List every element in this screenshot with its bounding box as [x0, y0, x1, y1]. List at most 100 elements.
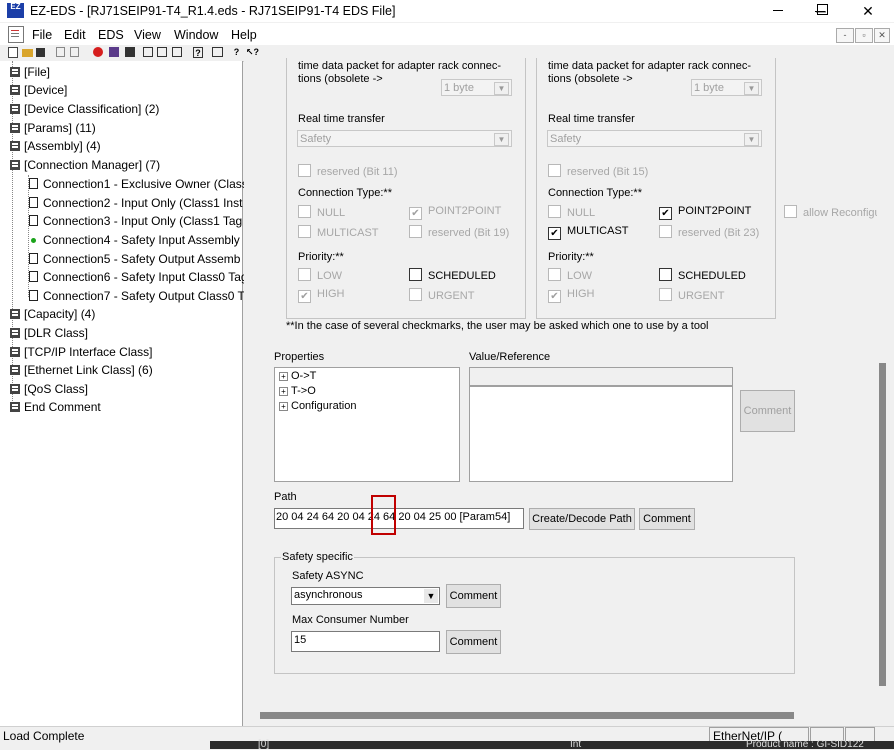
- library-icon[interactable]: [109, 47, 119, 57]
- save-icon[interactable]: [36, 48, 45, 57]
- tree-icon[interactable]: [125, 47, 135, 57]
- menu-file[interactable]: File: [32, 28, 52, 42]
- packet-size-select-right[interactable]: 1 byte ▼: [691, 79, 762, 96]
- expand-icon[interactable]: +: [279, 387, 288, 396]
- print-icon[interactable]: [212, 47, 223, 57]
- checkbox-icon: [298, 205, 311, 218]
- context-help-icon[interactable]: ↖?: [246, 47, 259, 58]
- scheduled-checkbox[interactable]: SCHEDULED: [409, 268, 496, 282]
- tree-item-connection3[interactable]: Connection3 - Input Only (Class1 Tag: [29, 212, 242, 230]
- max-consumer-comment-button[interactable]: Comment: [446, 630, 501, 654]
- tree-item-connection4[interactable]: Connection4 - Safety Input Assembly: [29, 231, 240, 249]
- menu-eds[interactable]: EDS: [98, 28, 124, 42]
- packet-size-label: time data packet for adapter rack connec…: [298, 60, 501, 72]
- close-button[interactable]: ✕: [845, 0, 891, 22]
- window-title: EZ-EDS - [RJ71SEIP91-T4_R1.4.eds - RJ71S…: [30, 4, 396, 18]
- scheduled-checkbox-right[interactable]: SCHEDULED: [659, 268, 746, 282]
- horizontal-scroll-thumb[interactable]: [260, 712, 794, 719]
- minimize-icon[interactable]: [773, 10, 783, 11]
- reserved-bit19-checkbox[interactable]: reserved (Bit 19): [409, 225, 509, 239]
- open-icon[interactable]: [22, 49, 33, 57]
- p2p-checkbox[interactable]: ✔ POINT2POINT: [409, 205, 501, 220]
- mdi-close-button[interactable]: ✕: [874, 28, 890, 43]
- path-comment-button[interactable]: Comment: [639, 508, 695, 530]
- safety-async-select[interactable]: asynchronous ▼: [291, 587, 440, 605]
- tree-item-connection-manager[interactable]: [Connection Manager] (7): [10, 156, 160, 174]
- horizontal-scrollbar[interactable]: [244, 709, 877, 726]
- tree-item-params[interactable]: [Params] (11): [10, 119, 96, 137]
- mdi-restore-button[interactable]: ▫: [855, 28, 873, 43]
- urgent-checkbox-right[interactable]: URGENT: [659, 288, 724, 302]
- create-decode-path-button[interactable]: Create/Decode Path: [529, 508, 635, 530]
- vertical-scrollbar[interactable]: [877, 61, 894, 709]
- prop-item-configuration[interactable]: + Configuration: [279, 400, 356, 412]
- tree-item-capacity[interactable]: [Capacity] (4): [10, 305, 95, 323]
- multicast-checkbox[interactable]: MULTICAST: [298, 225, 379, 239]
- tree-item-device-classification[interactable]: [Device Classification] (2): [10, 100, 159, 118]
- tree4-icon[interactable]: [172, 47, 182, 57]
- max-consumer-input[interactable]: 15: [291, 631, 440, 652]
- expand-icon[interactable]: +: [279, 372, 288, 381]
- tree-item-tcpip-class[interactable]: [TCP/IP Interface Class]: [10, 343, 153, 361]
- prop-item-t-o[interactable]: + T->O: [279, 385, 316, 397]
- allow-reconfig-checkbox[interactable]: allow Reconfigu: [784, 205, 881, 219]
- packet-size-label2: tions (obsolete ->: [298, 73, 383, 85]
- new-icon[interactable]: [8, 47, 18, 58]
- realtime-select-right[interactable]: Safety ▼: [547, 130, 762, 147]
- vertical-scroll-thumb[interactable]: [879, 363, 886, 686]
- tree-item-end-comment[interactable]: End Comment: [10, 398, 101, 416]
- about-icon[interactable]: ?: [231, 47, 242, 58]
- maximize-icon[interactable]: [817, 4, 828, 15]
- reserved-checkbox[interactable]: reserved (Bit 11): [298, 164, 398, 178]
- reserved-bit23-checkbox[interactable]: reserved (Bit 23): [659, 225, 759, 239]
- packet-size-select[interactable]: 1 byte ▼: [441, 79, 512, 96]
- tree-item-connection6[interactable]: Connection6 - Safety Input Class0 Tag: [29, 268, 248, 286]
- packet-size-value: 1 byte: [444, 82, 474, 94]
- tree-item-assembly[interactable]: [Assembly] (4): [10, 137, 101, 155]
- safety-async-comment-button[interactable]: Comment: [446, 584, 501, 608]
- high-checkbox[interactable]: ✔ HIGH: [298, 288, 345, 303]
- tree-label: [Connection Manager] (7): [24, 158, 161, 172]
- path-input[interactable]: 20 04 24 64 20 04 24 64 20 04 25 00 [Par…: [274, 508, 524, 529]
- prop-item-o-t[interactable]: + O->T: [279, 370, 316, 382]
- help-icon[interactable]: ?: [193, 47, 203, 58]
- tree-item-qos[interactable]: [QoS Class]: [10, 380, 88, 398]
- high-checkbox-right[interactable]: ✔ HIGH: [548, 288, 595, 303]
- tree3-icon[interactable]: [157, 47, 167, 57]
- paste-icon[interactable]: [70, 47, 79, 57]
- menu-help[interactable]: Help: [231, 28, 257, 42]
- tree-item-connection2[interactable]: Connection2 - Input Only (Class1 Inst: [29, 194, 242, 212]
- tree-item-connection1[interactable]: Connection1 - Exclusive Owner (Class1: [29, 175, 254, 193]
- tree2-icon[interactable]: [143, 47, 153, 57]
- tree-item-device[interactable]: [Device]: [10, 81, 67, 99]
- reference-textarea[interactable]: [469, 386, 733, 482]
- chevron-down-icon: ▼: [494, 82, 509, 95]
- menu-edit[interactable]: Edit: [64, 28, 86, 42]
- stop-icon[interactable]: [93, 47, 103, 57]
- realtime-select[interactable]: Safety ▼: [297, 130, 512, 147]
- background-text: Int: [570, 739, 582, 750]
- menu-view[interactable]: View: [134, 28, 161, 42]
- tree-item-connection5[interactable]: Connection5 - Safety Output Assemb: [29, 250, 240, 268]
- checkbox-icon: [659, 225, 672, 238]
- properties-comment-button[interactable]: Comment: [740, 390, 795, 432]
- tree-item-file[interactable]: [File]: [10, 63, 50, 81]
- reserved-bit15-checkbox[interactable]: reserved (Bit 15): [548, 164, 648, 178]
- section-icon: [10, 123, 20, 133]
- null-checkbox[interactable]: NULL: [298, 205, 345, 219]
- tree-item-ethernet-link[interactable]: [Ethernet Link Class] (6): [10, 361, 153, 379]
- null-checkbox-right[interactable]: NULL: [548, 205, 595, 219]
- properties-tree[interactable]: + O->T + T->O + Configuration: [274, 367, 460, 482]
- p2p-checkbox-right[interactable]: ✔ POINT2POINT: [659, 205, 751, 220]
- low-checkbox[interactable]: LOW: [298, 268, 342, 282]
- low-checkbox-right[interactable]: LOW: [548, 268, 592, 282]
- menu-window[interactable]: Window: [174, 28, 218, 42]
- multicast-checkbox-right[interactable]: ✔ MULTICAST: [548, 225, 629, 240]
- copy-icon[interactable]: [56, 47, 65, 57]
- tree-item-dlr-class[interactable]: [DLR Class]: [10, 324, 88, 342]
- tree-item-connection7[interactable]: Connection7 - Safety Output Class0 T: [29, 287, 245, 305]
- document-icon[interactable]: [8, 26, 24, 43]
- urgent-checkbox[interactable]: URGENT: [409, 288, 474, 302]
- expand-icon[interactable]: +: [279, 402, 288, 411]
- mdi-minimize-button[interactable]: -: [836, 28, 854, 43]
